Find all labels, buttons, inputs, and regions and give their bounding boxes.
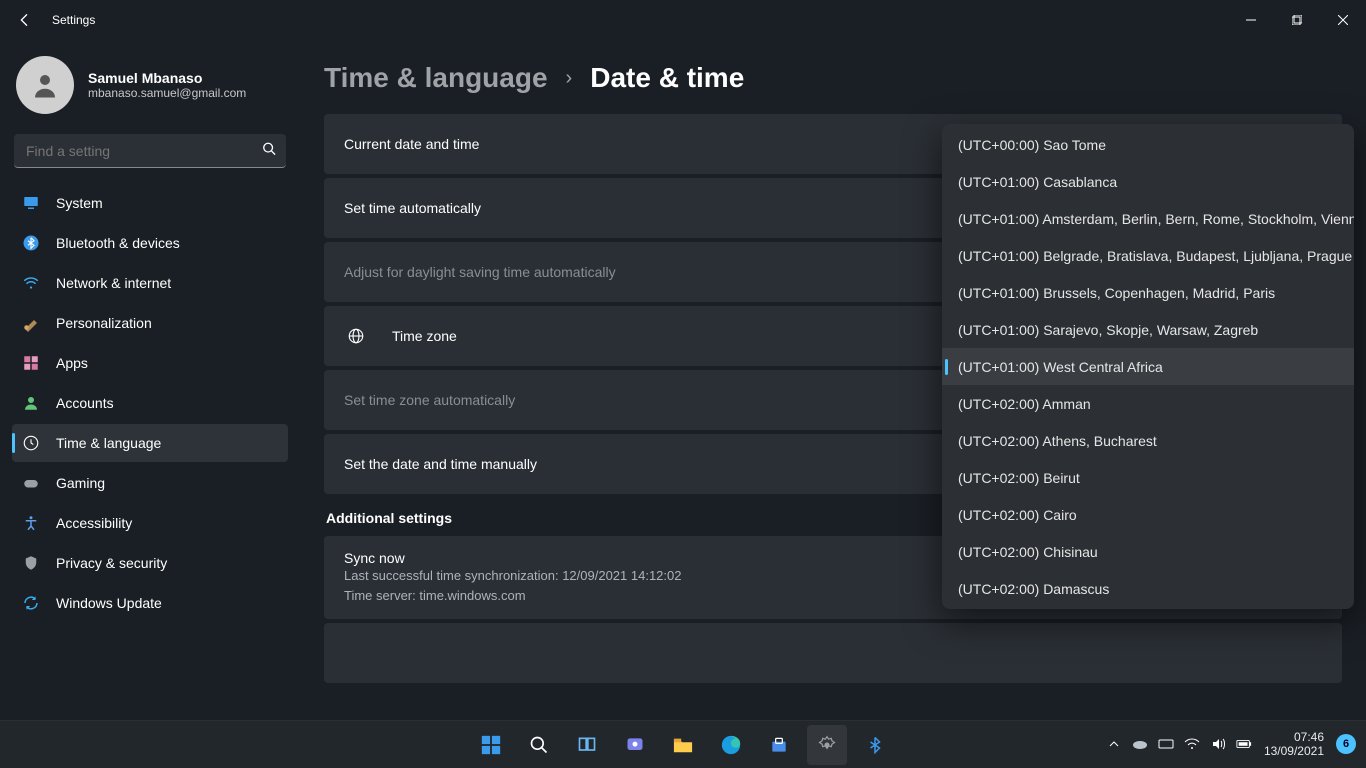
nav-label: Bluetooth & devices	[56, 235, 180, 251]
nav-item-system[interactable]: System	[12, 184, 288, 222]
clock-icon	[22, 434, 40, 452]
timezone-option[interactable]: (UTC+02:00) Cairo	[942, 496, 1354, 533]
chat-button[interactable]	[615, 725, 655, 765]
nav-item-privacy-security[interactable]: Privacy & security	[12, 544, 288, 582]
clock-date: 13/09/2021	[1264, 744, 1324, 758]
wifi-icon	[22, 274, 40, 292]
sync-last: Last successful time synchronization: 12…	[344, 566, 682, 586]
timezone-option[interactable]: (UTC+02:00) Athens, Bucharest	[942, 422, 1354, 459]
timezone-option[interactable]: (UTC+01:00) Belgrade, Bratislava, Budape…	[942, 237, 1354, 274]
nav-label: Time & language	[56, 435, 161, 451]
timezone-option[interactable]: (UTC+01:00) Amsterdam, Berlin, Bern, Rom…	[942, 200, 1354, 237]
nav-label: System	[56, 195, 103, 211]
task-view-button[interactable]	[567, 725, 607, 765]
nav-item-personalization[interactable]: Personalization	[12, 304, 288, 342]
timezone-option[interactable]: (UTC+00:00) Sao Tome	[942, 126, 1354, 163]
clock-time: 07:46	[1264, 730, 1324, 744]
file-explorer-button[interactable]	[663, 725, 703, 765]
brush-icon	[22, 314, 40, 332]
sync-server: Time server: time.windows.com	[344, 586, 682, 606]
nav-label: Network & internet	[56, 275, 171, 291]
store-button[interactable]	[759, 725, 799, 765]
timezone-option[interactable]: (UTC+02:00) Chisinau	[942, 533, 1354, 570]
timezone-option[interactable]: (UTC+01:00) Casablanca	[942, 163, 1354, 200]
sidebar: Samuel Mbanaso mbanaso.samuel@gmail.com …	[0, 40, 300, 636]
nav-label: Personalization	[56, 315, 152, 331]
timezone-dropdown[interactable]: (UTC+00:00) Sao Tome(UTC+01:00) Casablan…	[942, 124, 1354, 609]
person-icon	[22, 394, 40, 412]
minimize-button[interactable]	[1228, 4, 1274, 36]
timezone-option[interactable]: (UTC+02:00) Amman	[942, 385, 1354, 422]
card-label: Set the date and time manually	[344, 456, 537, 472]
card-label: Set time automatically	[344, 200, 481, 216]
battery-icon[interactable]	[1236, 736, 1252, 752]
keyboard-icon[interactable]	[1158, 736, 1174, 752]
card-label: Set time zone automatically	[344, 392, 515, 408]
shield-icon	[22, 554, 40, 572]
globe-icon	[344, 327, 368, 345]
volume-icon[interactable]	[1210, 736, 1226, 752]
search-icon	[262, 142, 276, 161]
nav-item-time-language[interactable]: Time & language	[12, 424, 288, 462]
wifi-icon[interactable]	[1184, 736, 1200, 752]
close-button[interactable]	[1320, 4, 1366, 36]
start-button[interactable]	[471, 725, 511, 765]
nav-item-accounts[interactable]: Accounts	[12, 384, 288, 422]
nav-list: System Bluetooth & devices Network & inter…	[12, 184, 288, 622]
nav-item-apps[interactable]: Apps	[12, 344, 288, 382]
bluetooth-taskbar-button[interactable]	[855, 725, 895, 765]
nav-item-accessibility[interactable]: Accessibility	[12, 504, 288, 542]
refresh-icon	[22, 594, 40, 612]
account-email: mbanaso.samuel@gmail.com	[88, 86, 246, 100]
nav-label: Privacy & security	[56, 555, 167, 571]
account-name: Samuel Mbanaso	[88, 70, 246, 86]
edge-button[interactable]	[711, 725, 751, 765]
chevron-right-icon: ›	[566, 67, 573, 90]
breadcrumb-parent[interactable]: Time & language	[324, 62, 548, 94]
nav-item-gaming[interactable]: Gaming	[12, 464, 288, 502]
settings-taskbar-button[interactable]	[807, 725, 847, 765]
search-input[interactable]	[14, 134, 286, 168]
sync-title: Sync now	[344, 550, 682, 566]
nav-item-windows-update[interactable]: Windows Update	[12, 584, 288, 622]
nav-label: Gaming	[56, 475, 105, 491]
back-button[interactable]	[16, 12, 32, 28]
onedrive-icon[interactable]	[1132, 736, 1148, 752]
timezone-option[interactable]: (UTC+01:00) Sarajevo, Skopje, Warsaw, Za…	[942, 311, 1354, 348]
avatar	[16, 56, 74, 114]
card-label: Adjust for daylight saving time automati…	[344, 264, 616, 280]
card-label: Time zone	[392, 328, 457, 344]
timezone-option[interactable]: (UTC+01:00) Brussels, Copenhagen, Madrid…	[942, 274, 1354, 311]
nav-label: Windows Update	[56, 595, 162, 611]
maximize-button[interactable]	[1274, 4, 1320, 36]
window-title: Settings	[52, 13, 95, 27]
timezone-option[interactable]: (UTC+02:00) Beirut	[942, 459, 1354, 496]
monitor-icon	[22, 194, 40, 212]
taskbar-clock[interactable]: 07:46 13/09/2021	[1264, 730, 1324, 759]
nav-label: Apps	[56, 355, 88, 371]
account-block[interactable]: Samuel Mbanaso mbanaso.samuel@gmail.com	[12, 52, 288, 130]
grid-icon	[22, 354, 40, 372]
gamepad-icon	[22, 474, 40, 492]
nav-item-network-internet[interactable]: Network & internet	[12, 264, 288, 302]
tray-chevron-up-icon[interactable]	[1106, 736, 1122, 752]
card-partial	[324, 623, 1342, 683]
breadcrumb-current: Date & time	[590, 62, 744, 94]
timezone-option[interactable]: (UTC+01:00) West Central Africa	[942, 348, 1354, 385]
taskbar: 07:46 13/09/2021 6	[0, 720, 1366, 768]
accessibility-icon	[22, 514, 40, 532]
taskbar-search-button[interactable]	[519, 725, 559, 765]
bluetooth-icon	[22, 234, 40, 252]
titlebar: Settings	[0, 0, 1366, 40]
card-label: Current date and time	[344, 136, 479, 152]
nav-label: Accessibility	[56, 515, 132, 531]
notification-badge[interactable]: 6	[1336, 734, 1356, 754]
timezone-option[interactable]: (UTC+02:00) Damascus	[942, 570, 1354, 607]
nav-label: Accounts	[56, 395, 114, 411]
nav-item-bluetooth-devices[interactable]: Bluetooth & devices	[12, 224, 288, 262]
